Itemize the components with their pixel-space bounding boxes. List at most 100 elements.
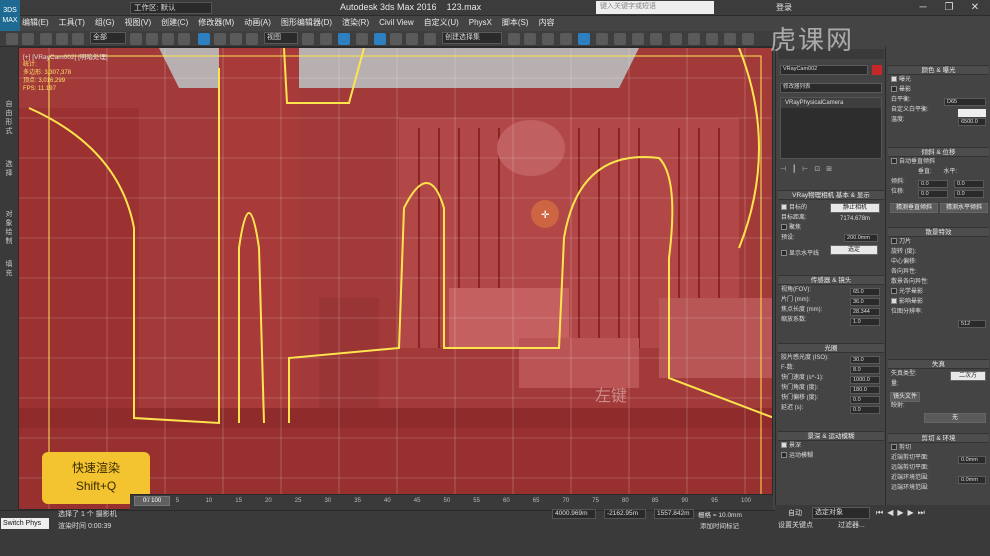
stack-tools[interactable]: ⊣┃⊢⊡⊞: [780, 165, 882, 175]
shift-vert-field[interactable]: 0.0: [918, 190, 948, 198]
menu-scripting[interactable]: 脚本(S): [502, 16, 529, 30]
close-button[interactable]: ✕: [962, 1, 988, 15]
select-move-icon[interactable]: [198, 33, 210, 45]
menu-create[interactable]: 创建(C): [161, 16, 188, 30]
curve-editor-icon[interactable]: [560, 33, 572, 45]
show-horizon-checkbox[interactable]: [781, 250, 787, 256]
focal-length-field[interactable]: 28.344: [850, 308, 880, 316]
vray-proxy-icon[interactable]: [742, 33, 754, 45]
restore-button[interactable]: ❐: [936, 1, 962, 15]
modifier-stack[interactable]: VRayPhysicalCamera: [780, 97, 882, 159]
stack-item[interactable]: VRayPhysicalCamera: [781, 98, 881, 108]
vray-sun-icon[interactable]: [724, 33, 736, 45]
affect-vignetting-checkbox[interactable]: [891, 298, 897, 304]
blades-row[interactable]: 刀片: [888, 237, 989, 247]
login-link[interactable]: 登录: [776, 2, 792, 13]
ref-coord-dropdown[interactable]: 视图: [264, 32, 298, 44]
tilt-horiz-field[interactable]: 0.0: [954, 180, 984, 188]
select-rotate-icon[interactable]: [214, 33, 226, 45]
maxscript-listener[interactable]: Switch Phys: [1, 518, 49, 529]
exposure-row[interactable]: 曝光: [888, 75, 989, 85]
motion-blur-row[interactable]: 运动模糊: [778, 451, 884, 461]
latency-field[interactable]: 0.0: [850, 406, 880, 414]
key-mode-dropdown[interactable]: 选定对象: [812, 507, 870, 519]
menu-physx[interactable]: PhysX: [469, 16, 492, 30]
bitmap-res-field[interactable]: 512: [958, 320, 986, 328]
playback-controls[interactable]: ⏮◀▶▶⏭: [876, 508, 976, 518]
distortion-map-button[interactable]: 无: [924, 413, 986, 423]
clipping-row[interactable]: 剪切: [888, 443, 989, 453]
vray-fb-icon[interactable]: [688, 33, 700, 45]
menu-content[interactable]: 内容: [539, 16, 555, 30]
menu-tools[interactable]: 工具(T): [59, 16, 85, 30]
iso-field[interactable]: 30.0: [850, 356, 880, 364]
mirror-icon[interactable]: [508, 33, 520, 45]
menu-rendering[interactable]: 渲染(R): [342, 16, 369, 30]
rollout-dof-header[interactable]: 景深 & 运动模糊: [778, 431, 884, 441]
exposure-checkbox[interactable]: [891, 76, 897, 82]
shift-horiz-field[interactable]: 0.0: [954, 190, 984, 198]
select-scale-icon[interactable]: [230, 33, 242, 45]
angle-snap-icon[interactable]: [374, 33, 386, 45]
custom-wb-swatch[interactable]: [958, 109, 986, 117]
camera-type-dropdown[interactable]: 静止相机: [830, 203, 880, 213]
tab-freeform[interactable]: 自由形式: [3, 100, 15, 136]
rollout-basic-header[interactable]: VRay物理相机 基本 & 显示: [778, 190, 884, 200]
rollout-color-header[interactable]: 颜色 & 曝光: [888, 65, 989, 75]
percent-snap-icon[interactable]: [390, 33, 402, 45]
optical-vignetting-row[interactable]: 光学晕影: [888, 287, 989, 297]
dof-row[interactable]: 景深: [778, 441, 884, 451]
layer-explorer-icon[interactable]: [542, 33, 554, 45]
viewport-label[interactable]: [+] [VRayCam002] [明暗处理]: [23, 51, 108, 61]
vignette-checkbox[interactable]: [891, 86, 897, 92]
clipping-checkbox[interactable]: [891, 444, 897, 450]
blades-checkbox[interactable]: [891, 238, 897, 244]
temperature-field[interactable]: 6500.0: [958, 118, 986, 126]
shutter-angle-field[interactable]: 180.0: [850, 386, 880, 394]
add-time-tag[interactable]: 添加时间标记: [700, 520, 739, 530]
optical-vignetting-checkbox[interactable]: [891, 288, 897, 294]
render-production-icon[interactable]: [650, 33, 662, 45]
menu-customize[interactable]: 自定义(U): [424, 16, 459, 30]
white-balance-dropdown[interactable]: D65: [944, 98, 986, 106]
rect-selection-icon[interactable]: [162, 33, 174, 45]
select-place-icon[interactable]: [246, 33, 258, 45]
unlink-icon[interactable]: [56, 33, 68, 45]
fov-field[interactable]: 65.0: [850, 288, 880, 296]
tab-object-paint[interactable]: 对象绘制: [3, 210, 15, 246]
menu-edit[interactable]: 编辑(E): [22, 16, 49, 30]
focus-row[interactable]: 聚焦: [778, 223, 884, 233]
rollout-sensor-header[interactable]: 传感器 & 镜头: [778, 275, 884, 285]
targeted-checkbox[interactable]: [781, 204, 787, 210]
app-logo-icon[interactable]: 3DS MAX: [0, 0, 20, 31]
rendered-frame-icon[interactable]: [632, 33, 644, 45]
named-selection-dropdown[interactable]: 创建选择集: [442, 32, 502, 44]
time-slider[interactable]: [130, 494, 773, 510]
menu-group[interactable]: 组(G): [95, 16, 115, 30]
search-input[interactable]: 键入关键字或短语: [596, 1, 714, 14]
motion-blur-checkbox[interactable]: [781, 452, 787, 458]
redo-icon[interactable]: [22, 33, 34, 45]
manipulate-icon[interactable]: [320, 33, 332, 45]
object-color-swatch[interactable]: [872, 65, 882, 75]
time-slider-thumb[interactable]: 0 / 100: [134, 496, 170, 506]
edit-named-sel-icon[interactable]: [424, 33, 436, 45]
camera-viewport[interactable]: ✛ [+] [VRayCam002] [明暗处理] 统计: 多边形: 3,307…: [18, 47, 773, 510]
focus-field[interactable]: 200.0mm: [844, 234, 878, 242]
rollout-clip-header[interactable]: 剪切 & 环境: [888, 433, 989, 443]
rollout-tilt-header[interactable]: 倾斜 & 位移: [888, 147, 989, 157]
f-number-field[interactable]: 8.0: [850, 366, 880, 374]
rollout-distortion-header[interactable]: 失真: [888, 359, 989, 369]
menu-views[interactable]: 视图(V): [124, 16, 151, 30]
near-env-field[interactable]: 0.0mm: [958, 476, 986, 484]
workspace-dropdown[interactable]: 工作区: 默认: [130, 2, 212, 14]
material-editor-icon[interactable]: [596, 33, 608, 45]
minimize-button[interactable]: ─: [910, 1, 936, 15]
auto-key-button[interactable]: 自动: [788, 508, 802, 518]
x-coord-field[interactable]: 4000.969m: [552, 509, 596, 519]
menu-civil-view[interactable]: Civil View: [379, 16, 414, 30]
key-filters-button[interactable]: 过滤器...: [838, 520, 865, 530]
guess-horizontal-button[interactable]: 猜测水平倾斜: [940, 203, 988, 213]
shutter-speed-field[interactable]: 1000.0: [850, 376, 880, 384]
z-coord-field[interactable]: 1557.842m: [654, 509, 694, 519]
